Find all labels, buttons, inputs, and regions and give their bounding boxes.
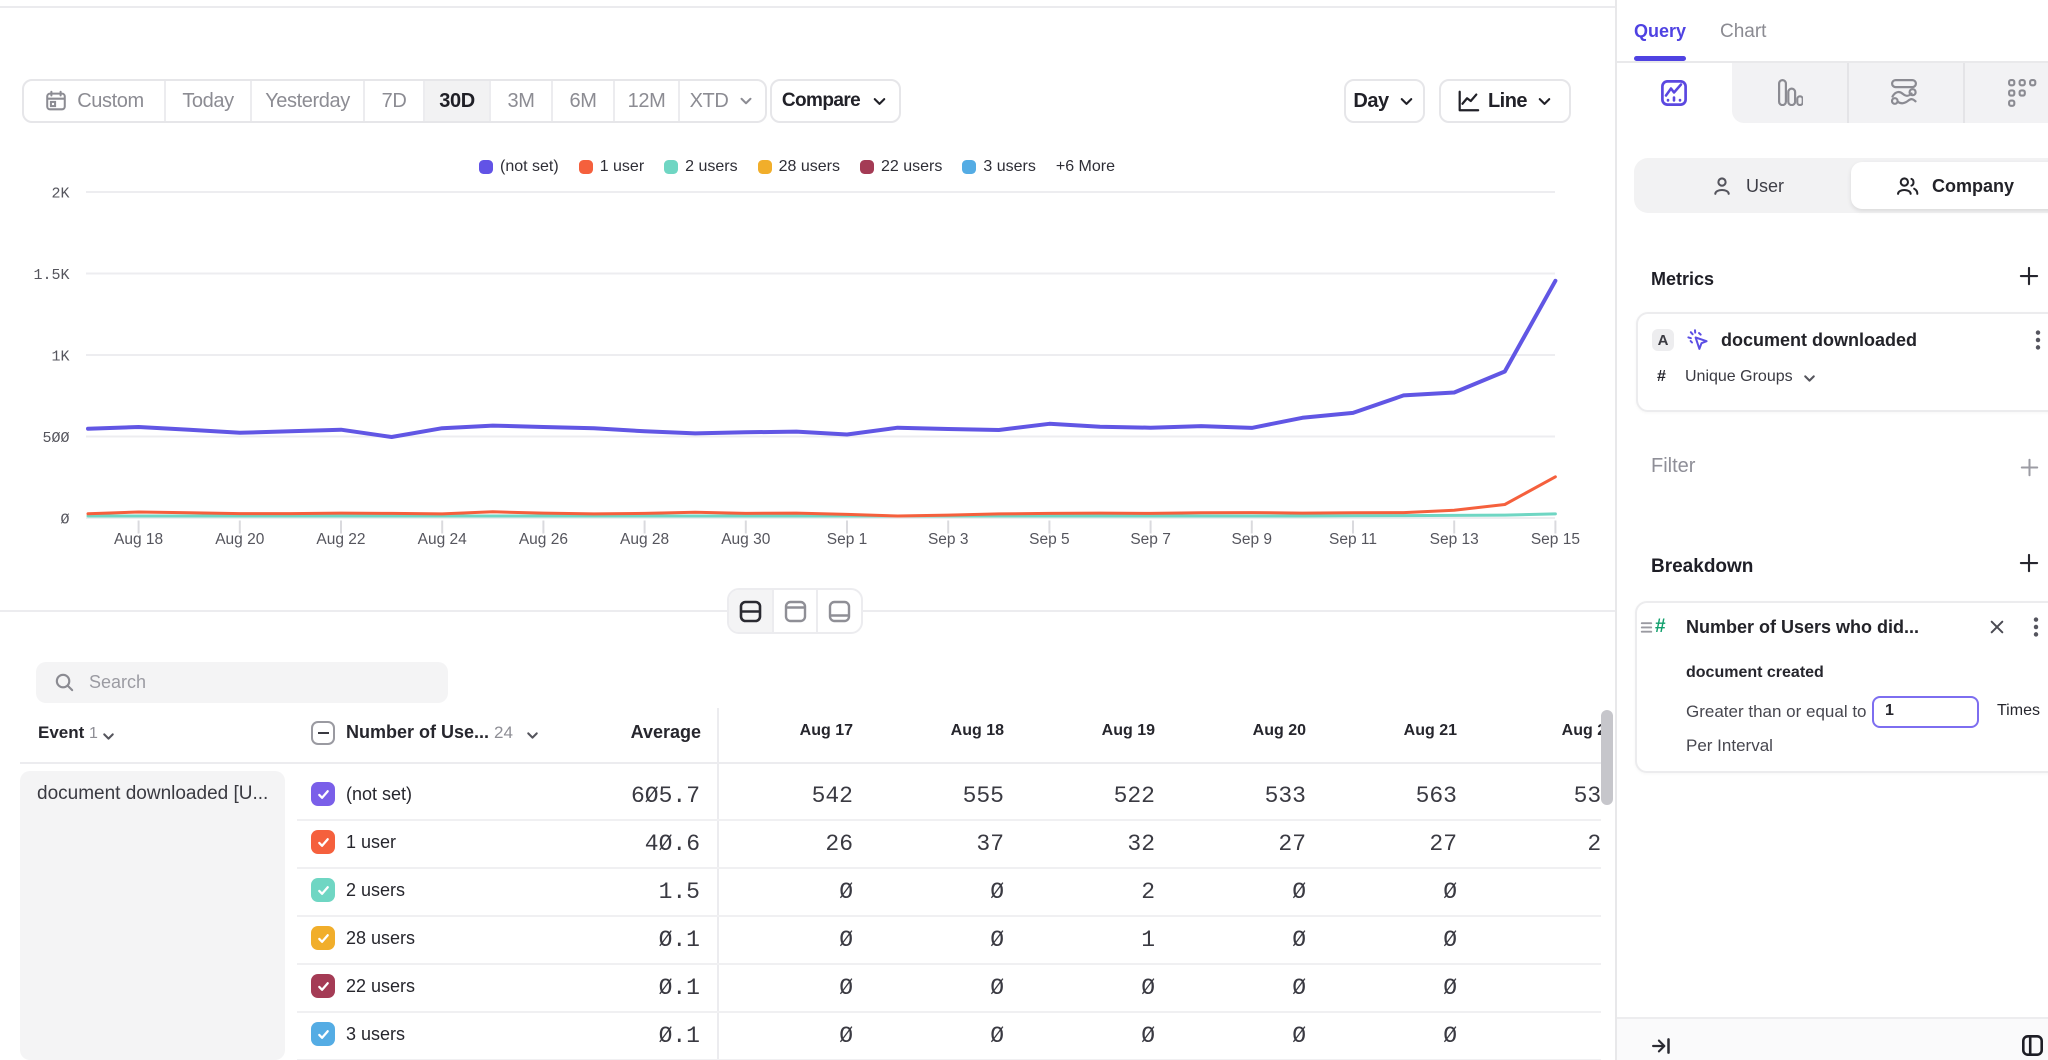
svg-text:Sep 1: Sep 1 bbox=[827, 531, 868, 548]
svg-text:1.5K: 1.5K bbox=[33, 267, 69, 284]
svg-text:5ØØ: 5ØØ bbox=[42, 430, 69, 447]
svg-text:Aug 22: Aug 22 bbox=[316, 531, 365, 548]
svg-text:Aug 20: Aug 20 bbox=[215, 531, 265, 548]
svg-text:Aug 26: Aug 26 bbox=[519, 531, 568, 548]
svg-text:2K: 2K bbox=[51, 186, 69, 203]
svg-text:Sep 9: Sep 9 bbox=[1232, 531, 1273, 548]
svg-text:Sep 7: Sep 7 bbox=[1130, 531, 1171, 548]
svg-text:Sep 13: Sep 13 bbox=[1430, 531, 1479, 548]
svg-text:Sep 3: Sep 3 bbox=[928, 531, 969, 548]
svg-text:Sep 5: Sep 5 bbox=[1029, 531, 1070, 548]
svg-text:Aug 28: Aug 28 bbox=[620, 531, 669, 548]
svg-text:Sep 11: Sep 11 bbox=[1329, 531, 1377, 548]
svg-text:Aug 18: Aug 18 bbox=[114, 531, 163, 548]
svg-text:Aug 24: Aug 24 bbox=[418, 531, 468, 548]
svg-text:Aug 30: Aug 30 bbox=[721, 531, 771, 548]
svg-text:1K: 1K bbox=[51, 349, 69, 366]
svg-text:Sep 15: Sep 15 bbox=[1531, 531, 1580, 548]
svg-text:Ø: Ø bbox=[60, 512, 69, 529]
